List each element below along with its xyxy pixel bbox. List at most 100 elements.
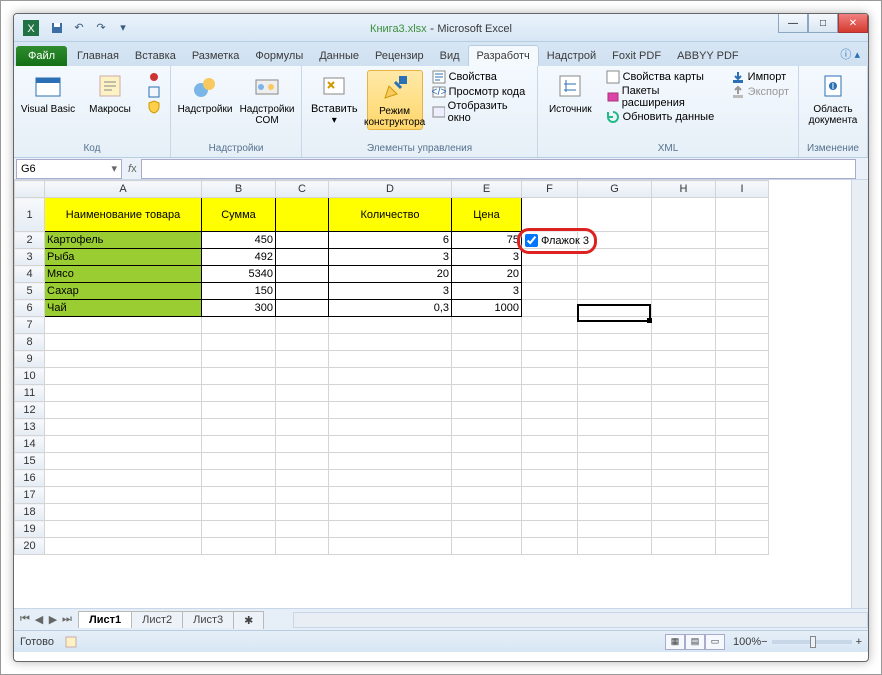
cell[interactable]: 20 <box>452 266 522 283</box>
cell[interactable] <box>276 521 329 538</box>
tab-data[interactable]: Данные <box>311 46 367 66</box>
row-header-20[interactable]: 20 <box>15 538 45 555</box>
cell[interactable] <box>276 436 329 453</box>
cell[interactable] <box>202 436 276 453</box>
cell[interactable] <box>202 453 276 470</box>
sheet-nav-prev-icon[interactable]: ◀ <box>32 613 46 626</box>
cell[interactable] <box>329 470 452 487</box>
row-header-2[interactable]: 2 <box>15 232 45 249</box>
cell[interactable] <box>452 453 522 470</box>
row-header-4[interactable]: 4 <box>15 266 45 283</box>
cell[interactable] <box>652 470 716 487</box>
name-box[interactable]: G6▾ <box>16 159 122 179</box>
cell[interactable] <box>329 351 452 368</box>
cell[interactable] <box>578 300 652 317</box>
cell[interactable] <box>652 317 716 334</box>
tab-developer[interactable]: Разработч <box>468 45 539 66</box>
refresh-data-button[interactable]: Обновить данные <box>603 110 722 124</box>
cell[interactable] <box>276 249 329 266</box>
cell[interactable] <box>578 436 652 453</box>
macro-record-icon[interactable] <box>64 635 78 649</box>
cell[interactable] <box>716 232 769 249</box>
fx-icon[interactable]: fx <box>128 163 137 175</box>
cell[interactable] <box>522 266 578 283</box>
cell[interactable] <box>522 504 578 521</box>
tab-review[interactable]: Рецензир <box>367 46 432 66</box>
cell[interactable] <box>202 538 276 555</box>
export-button[interactable]: Экспорт <box>728 85 792 99</box>
cell[interactable] <box>276 453 329 470</box>
cell[interactable] <box>578 317 652 334</box>
cell[interactable] <box>716 266 769 283</box>
cell[interactable] <box>522 283 578 300</box>
map-properties-button[interactable]: Свойства карты <box>603 70 722 84</box>
cell[interactable] <box>276 385 329 402</box>
cell[interactable] <box>452 538 522 555</box>
cell[interactable] <box>202 504 276 521</box>
cell[interactable] <box>45 385 202 402</box>
cell[interactable]: 0,3 <box>329 300 452 317</box>
cell[interactable] <box>716 351 769 368</box>
col-header-A[interactable]: A <box>45 181 202 198</box>
header-qty[interactable]: Количество <box>329 198 452 232</box>
cell[interactable] <box>45 521 202 538</box>
cell[interactable] <box>329 504 452 521</box>
page-break-view-button[interactable]: ▭ <box>705 634 725 650</box>
cell[interactable] <box>329 368 452 385</box>
header-name[interactable]: Наименование товара <box>45 198 202 232</box>
cell[interactable] <box>329 538 452 555</box>
cell[interactable] <box>652 368 716 385</box>
cell[interactable] <box>578 368 652 385</box>
row-header-17[interactable]: 17 <box>15 487 45 504</box>
cell[interactable] <box>276 351 329 368</box>
view-code-button[interactable]: </>Просмотр кода <box>429 85 531 99</box>
tab-abbyy[interactable]: ABBYY PDF <box>669 46 747 66</box>
cell[interactable]: 1000 <box>452 300 522 317</box>
cell[interactable] <box>276 334 329 351</box>
cell[interactable] <box>578 521 652 538</box>
cell[interactable] <box>522 249 578 266</box>
cell[interactable] <box>652 419 716 436</box>
row-header-1[interactable]: 1 <box>15 198 45 232</box>
cell[interactable] <box>329 521 452 538</box>
design-mode-button[interactable]: Режим конструктора <box>367 70 423 130</box>
cell[interactable] <box>276 470 329 487</box>
relative-refs-button[interactable] <box>144 85 164 99</box>
cell[interactable] <box>276 504 329 521</box>
cell[interactable] <box>522 538 578 555</box>
cell[interactable] <box>329 317 452 334</box>
cell[interactable] <box>716 300 769 317</box>
run-dialog-button[interactable]: Отобразить окно <box>429 100 531 124</box>
row-header-6[interactable]: 6 <box>15 300 45 317</box>
cell[interactable] <box>522 487 578 504</box>
cell[interactable] <box>652 198 716 232</box>
row-header-10[interactable]: 10 <box>15 368 45 385</box>
visual-basic-button[interactable]: Visual Basic <box>20 70 76 115</box>
cell[interactable] <box>329 385 452 402</box>
cell[interactable]: 75 <box>452 232 522 249</box>
row-header-5[interactable]: 5 <box>15 283 45 300</box>
cell[interactable] <box>452 419 522 436</box>
cell[interactable] <box>202 334 276 351</box>
cell[interactable] <box>522 317 578 334</box>
cell[interactable] <box>578 198 652 232</box>
cell[interactable]: 6 <box>329 232 452 249</box>
cell[interactable] <box>202 368 276 385</box>
save-icon[interactable] <box>48 19 66 37</box>
help-icon[interactable]: ⓘ ▴ <box>840 46 860 62</box>
cell[interactable] <box>716 317 769 334</box>
cell[interactable] <box>716 249 769 266</box>
cell[interactable] <box>578 504 652 521</box>
cell[interactable] <box>452 334 522 351</box>
cell[interactable] <box>652 538 716 555</box>
tab-foxit[interactable]: Foxit PDF <box>604 46 669 66</box>
cell[interactable] <box>578 351 652 368</box>
properties-button[interactable]: Свойства <box>429 70 531 84</box>
addins-button[interactable]: Надстройки <box>177 70 233 115</box>
cell[interactable] <box>276 317 329 334</box>
cell[interactable] <box>522 300 578 317</box>
cell[interactable] <box>202 470 276 487</box>
cell[interactable] <box>202 402 276 419</box>
macro-security-button[interactable] <box>144 100 164 114</box>
cell[interactable] <box>45 487 202 504</box>
